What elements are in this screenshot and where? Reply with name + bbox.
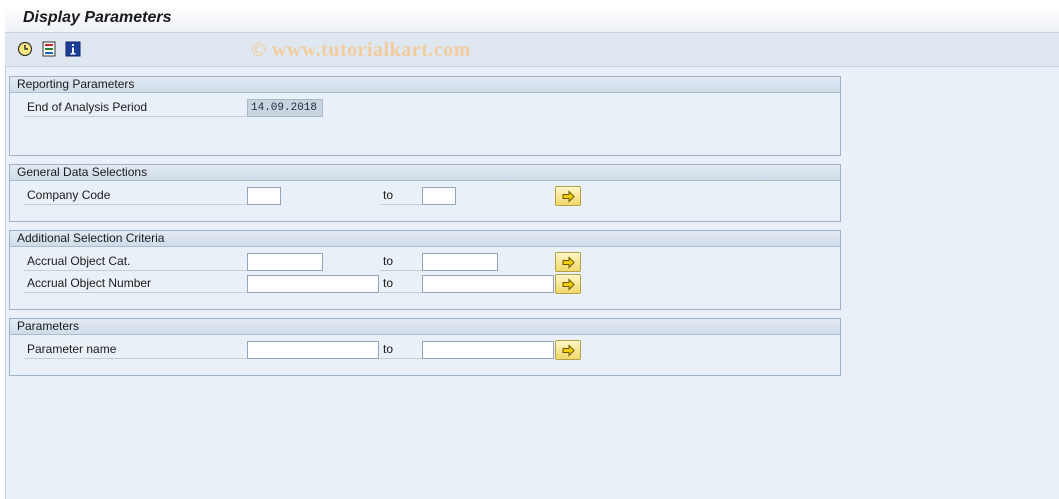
group-additional-selection-criteria: Additional Selection Criteria Accrual Ob…: [9, 230, 841, 310]
company-code-to-input[interactable]: [422, 187, 456, 205]
group-title: Parameters: [10, 319, 840, 335]
multiple-selection-button[interactable]: [555, 340, 581, 360]
arrow-right-icon: [562, 278, 575, 291]
multiple-selection-button[interactable]: [555, 252, 581, 272]
group-parameters: Parameters Parameter name to: [9, 318, 841, 376]
accrual-object-number-label: Accrual Object Number: [24, 275, 247, 293]
end-of-analysis-period-label: End of Analysis Period: [24, 99, 247, 117]
page-title: Display Parameters: [23, 9, 172, 26]
execute-icon[interactable]: [17, 41, 33, 57]
group-title: General Data Selections: [10, 165, 840, 181]
info-icon[interactable]: [65, 41, 81, 57]
to-label: to: [380, 341, 423, 359]
group-title: Additional Selection Criteria: [10, 231, 840, 247]
application-toolbar: © www.tutorialkart.com: [5, 33, 1059, 67]
accrual-object-number-to-input[interactable]: [422, 275, 554, 293]
parameter-name-label: Parameter name: [24, 341, 247, 359]
accrual-object-cat-to-input[interactable]: [422, 253, 498, 271]
group-title: Reporting Parameters: [10, 77, 840, 93]
to-label: to: [380, 253, 423, 271]
multiple-selection-button[interactable]: [555, 186, 581, 206]
watermark-text: © www.tutorialkart.com: [251, 39, 471, 61]
accrual-object-cat-label: Accrual Object Cat.: [24, 253, 247, 271]
accrual-object-cat-from-input[interactable]: [247, 253, 323, 271]
group-general-data-selections: General Data Selections Company Code to: [9, 164, 841, 222]
multiple-selection-button[interactable]: [555, 274, 581, 294]
parameter-name-to-input[interactable]: [422, 341, 554, 359]
title-bar: Display Parameters: [5, 4, 1059, 33]
to-label: to: [380, 275, 423, 293]
parameter-name-from-input[interactable]: [247, 341, 379, 359]
arrow-right-icon: [562, 190, 575, 203]
selection-options-icon[interactable]: [41, 41, 57, 57]
group-reporting-parameters: Reporting Parameters End of Analysis Per…: [9, 76, 841, 156]
to-label: to: [380, 187, 423, 205]
end-of-analysis-period-field[interactable]: 14.09.2018: [247, 99, 323, 117]
company-code-label: Company Code: [24, 187, 247, 205]
arrow-right-icon: [562, 256, 575, 269]
accrual-object-number-from-input[interactable]: [247, 275, 379, 293]
company-code-from-input[interactable]: [247, 187, 281, 205]
arrow-right-icon: [562, 344, 575, 357]
